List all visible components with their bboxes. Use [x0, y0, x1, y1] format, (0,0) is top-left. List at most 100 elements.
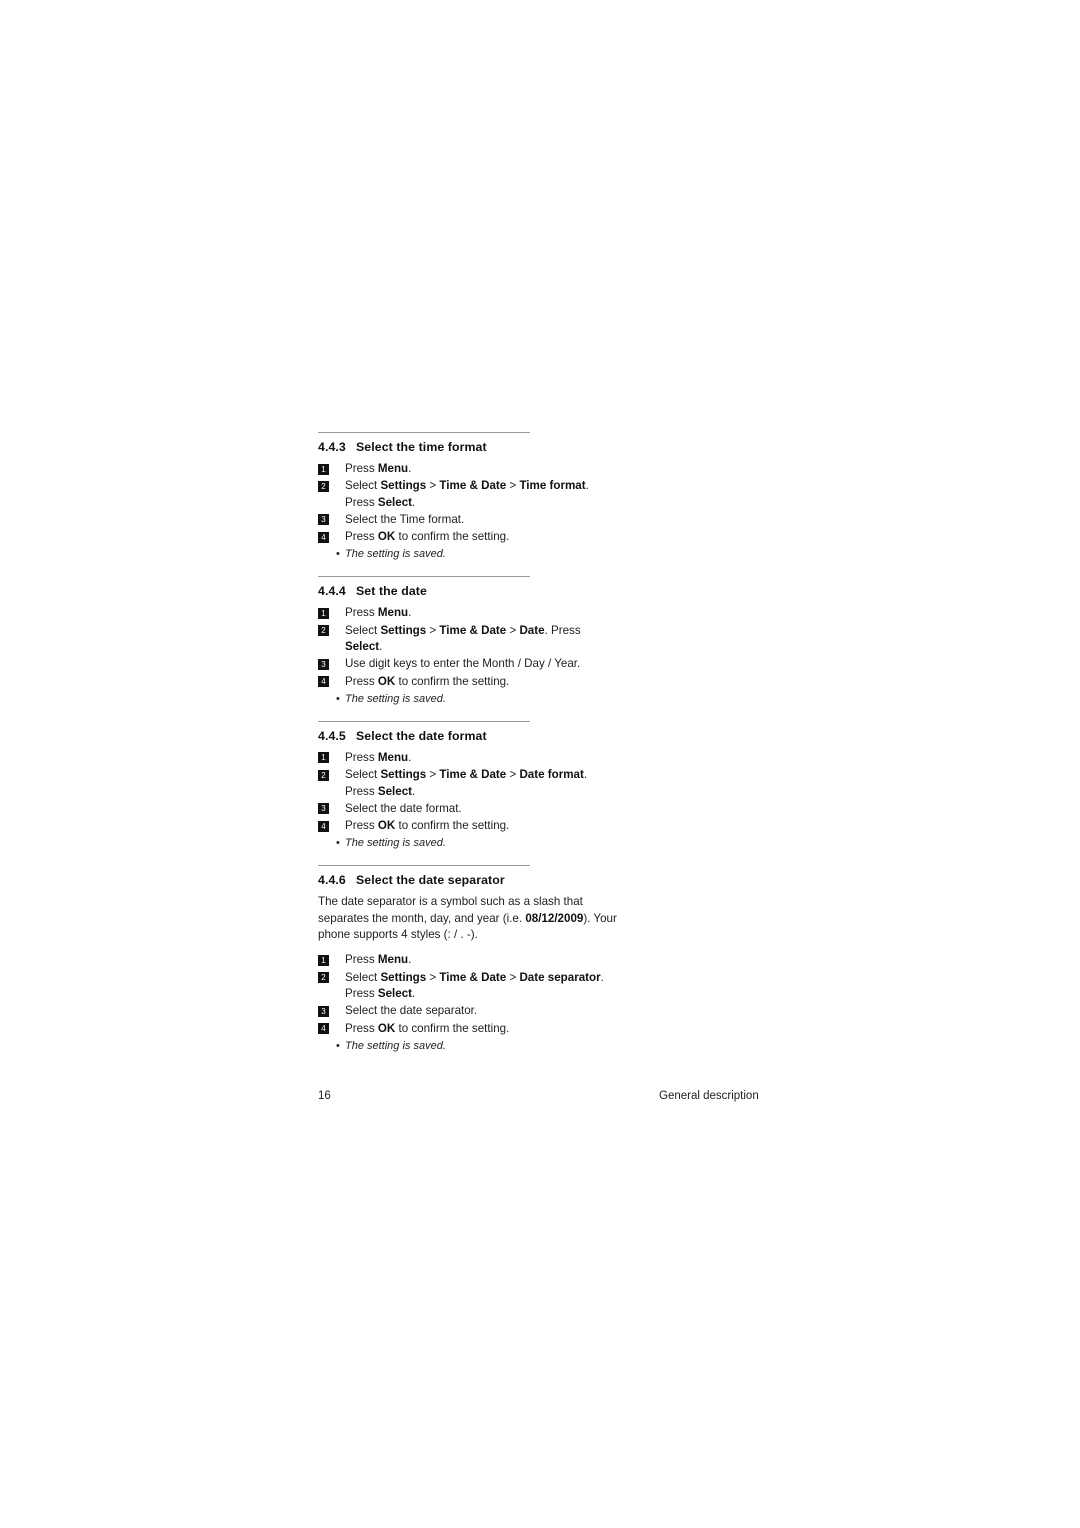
- emphasis-text: Menu: [377, 750, 409, 764]
- section-number: 4.4.5: [318, 728, 346, 743]
- emphasis-text: OK: [377, 674, 396, 688]
- body-text: Press: [345, 750, 378, 764]
- emphasis-text: Menu: [377, 606, 409, 620]
- step-number-badge: 3: [318, 658, 329, 670]
- section-title: Set the date: [356, 584, 427, 599]
- step-number-badge: 2: [318, 972, 329, 984]
- body-text: Press: [345, 606, 378, 620]
- step-number-badge: 3: [318, 1005, 329, 1017]
- emphasis-text: Settings: [380, 768, 427, 782]
- step-note: • The setting is saved.: [318, 546, 618, 562]
- emphasis-text: OK: [377, 819, 396, 833]
- footer-chapter-label: General description: [659, 1090, 759, 1102]
- section-number: 4.4.6: [318, 873, 346, 888]
- section-heading: 4.4.3 Select the time format: [318, 440, 618, 454]
- body-text: Select the date format.: [345, 801, 462, 815]
- step-list: 1 Press Menu. 2 Select Settings > Time & Da…: [318, 952, 618, 1036]
- emphasis-text: Settings: [380, 623, 427, 637]
- step-item: 3 Select the Time format.: [318, 512, 618, 528]
- body-text: >: [506, 970, 520, 984]
- body-text: .: [408, 750, 412, 764]
- body-text: >: [426, 623, 440, 637]
- step-list: 1 Press Menu. 2 Select Settings > Time & Da…: [318, 461, 618, 545]
- step-number-badge: 4: [318, 676, 329, 688]
- step-note: • The setting is saved.: [318, 835, 618, 851]
- emphasis-text: Select: [345, 640, 380, 654]
- step-number-badge: 1: [318, 463, 329, 475]
- section-divider: [318, 865, 530, 867]
- emphasis-text: Time & Date: [439, 768, 507, 782]
- step-list: 1 Press Menu. 2 Select Settings > Time & Da…: [318, 605, 618, 689]
- body-text: to confirm the setting.: [395, 1021, 510, 1035]
- section-4.4.5: 4.4.5 Select the date format 1 Press Menu. 2…: [318, 720, 618, 865]
- section-heading: 4.4.6 Select the date separator: [318, 873, 618, 887]
- body-text: .: [379, 640, 383, 654]
- body-text: Press: [345, 1021, 378, 1035]
- step-number-badge: 3: [318, 803, 329, 815]
- step-item: 1 Press Menu.: [318, 605, 618, 621]
- body-text: >: [426, 479, 440, 493]
- bullet-icon: •: [336, 692, 340, 705]
- body-text: >: [426, 768, 440, 782]
- body-text: >: [506, 768, 520, 782]
- body-text: >: [426, 970, 440, 984]
- emphasis-text: Date format: [519, 768, 584, 782]
- body-text: Press: [345, 530, 378, 544]
- body-text: >: [506, 479, 520, 493]
- document-page: 4.4.3 Select the time format 1 Press Menu. 2…: [0, 0, 1080, 1528]
- step-number-badge: 1: [318, 954, 329, 966]
- step-note: • The setting is saved.: [318, 691, 618, 707]
- section-4.4.6: 4.4.6 Select the date separator The date s…: [318, 865, 618, 1067]
- section-number: 4.4.4: [318, 584, 346, 599]
- body-text: Press: [345, 953, 378, 967]
- emphasis-text: Time & Date: [439, 970, 507, 984]
- step-item: 4 Press OK to confirm the setting.: [318, 674, 618, 690]
- section-heading: 4.4.4 Set the date: [318, 584, 618, 598]
- body-text: .: [412, 495, 416, 509]
- body-text: to confirm the setting.: [395, 674, 510, 688]
- step-number-badge: 1: [318, 752, 329, 764]
- section-divider: [318, 720, 530, 722]
- section-4.4.3: 4.4.3 Select the time format 1 Press Menu. 2…: [318, 432, 618, 576]
- section-number: 4.4.3: [318, 440, 346, 454]
- body-text: .: [408, 953, 412, 967]
- note-text: The setting is saved.: [345, 548, 446, 561]
- note-text: The setting is saved.: [345, 692, 446, 705]
- emphasis-text: Date: [519, 623, 545, 637]
- body-text: Select: [345, 768, 381, 782]
- section-divider: [318, 576, 530, 578]
- step-item: 1 Press Menu.: [318, 461, 618, 477]
- step-item: 4 Press OK to confirm the setting.: [318, 529, 618, 545]
- emphasis-text: Menu: [377, 462, 409, 475]
- body-text: .: [408, 462, 412, 475]
- section-intro-paragraph: The date separator is a symbol such as a…: [318, 894, 618, 943]
- step-item: 1 Press Menu.: [318, 750, 618, 766]
- emphasis-text: Date separator: [519, 970, 601, 984]
- step-item: 3 Use digit keys to enter the Month / Day…: [318, 656, 618, 672]
- body-text: Use digit keys to enter the Month / Day …: [345, 657, 581, 671]
- section-title: Select the date format: [356, 728, 487, 743]
- step-note: • The setting is saved.: [318, 1038, 618, 1054]
- emphasis-text: 08/12/2009: [525, 911, 584, 925]
- section-heading: 4.4.5 Select the date format: [318, 729, 618, 743]
- emphasis-text: OK: [377, 1021, 396, 1035]
- body-text: Select: [345, 970, 381, 984]
- emphasis-text: Menu: [377, 953, 409, 967]
- body-text: Select: [345, 623, 381, 637]
- step-number-badge: 4: [318, 531, 329, 543]
- body-text: to confirm the setting.: [395, 530, 510, 544]
- step-item: 2 Select Settings > Time & Date > Date fo…: [318, 767, 618, 800]
- body-text: .: [412, 986, 416, 1000]
- page-number: 16: [318, 1090, 331, 1102]
- body-text: Select the date separator.: [345, 1004, 478, 1018]
- body-text: Press: [345, 462, 378, 475]
- body-text: >: [506, 623, 520, 637]
- step-item: 4 Press OK to confirm the setting.: [318, 1021, 618, 1037]
- emphasis-text: Settings: [380, 479, 427, 493]
- step-number-badge: 4: [318, 820, 329, 832]
- section-title: Select the date separator: [356, 873, 505, 888]
- step-number-badge: 4: [318, 1023, 329, 1035]
- step-item: 4 Press OK to confirm the setting.: [318, 818, 618, 834]
